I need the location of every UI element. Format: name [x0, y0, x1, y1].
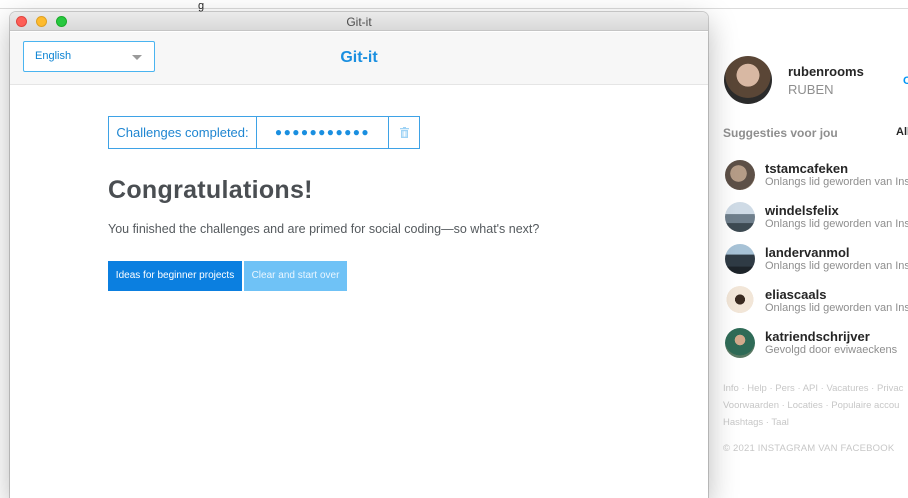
suggestion-reason: Onlangs lid geworden van Ins	[765, 218, 908, 230]
footer-links: Info · Help · Pers · API · Vacatures · P…	[723, 380, 903, 431]
suggestion-reason: Gevolgd door eviwaeckens	[765, 344, 898, 356]
footer-links-line[interactable]: Voorwaarden · Locaties · Populaire accou	[723, 397, 903, 414]
avatar[interactable]	[725, 286, 755, 316]
suggestion-username[interactable]: windelsfelix	[765, 203, 908, 218]
list-item[interactable]: landervanmol Onlangs lid geworden van In…	[725, 238, 908, 280]
suggestion-reason: Onlangs lid geworden van Ins	[765, 176, 908, 188]
list-item[interactable]: tstamcafeken Onlangs lid geworden van In…	[725, 154, 908, 196]
avatar[interactable]	[725, 160, 755, 190]
suggestion-username[interactable]: eliascaals	[765, 287, 908, 302]
footer-links-line[interactable]: Hashtags · Taal	[723, 414, 903, 431]
page-title: Congratulations!	[108, 176, 313, 204]
clear-start-over-button[interactable]: Clear and start over	[244, 261, 347, 291]
trash-icon	[399, 127, 409, 138]
avatar[interactable]	[724, 56, 772, 104]
suggestion-reason: Onlangs lid geworden van Ins	[765, 302, 908, 314]
profile-username[interactable]: rubenrooms	[788, 64, 864, 79]
see-all-link[interactable]: All	[896, 126, 908, 138]
challenges-dots: ●●●●●●●●●●●	[257, 117, 389, 148]
avatar[interactable]	[725, 244, 755, 274]
git-it-window: Git-it English Git-it Challenges complet…	[10, 12, 708, 498]
avatar[interactable]	[725, 328, 755, 358]
top-divider	[0, 8, 908, 9]
completion-message: You finished the challenges and are prim…	[108, 222, 540, 236]
window-title: Git-it	[346, 15, 372, 29]
avatar[interactable]	[725, 202, 755, 232]
challenges-label: Challenges completed:	[109, 117, 257, 148]
top-crumb: g	[198, 0, 205, 12]
list-item[interactable]: katriendschrijver Gevolgd door eviwaecke…	[725, 322, 908, 364]
window-titlebar[interactable]: Git-it	[10, 12, 708, 31]
suggestions-list: tstamcafeken Onlangs lid geworden van In…	[725, 154, 908, 364]
suggestions-header: Suggesties voor jou	[723, 126, 838, 140]
challenges-progress: Challenges completed: ●●●●●●●●●●●	[108, 116, 420, 149]
suggestion-username[interactable]: katriendschrijver	[765, 329, 897, 344]
list-item[interactable]: eliascaals Onlangs lid geworden van Ins	[725, 280, 908, 322]
profile-fullname: RUBEN	[788, 81, 834, 97]
app-title: Git-it	[340, 49, 378, 66]
list-item[interactable]: windelsfelix Onlangs lid geworden van In…	[725, 196, 908, 238]
suggestion-username[interactable]: landervanmol	[765, 245, 908, 260]
ig-profile[interactable]: rubenrooms RUBEN	[724, 56, 864, 104]
switch-account-link[interactable]: C	[903, 75, 908, 87]
suggestion-username[interactable]: tstamcafeken	[765, 161, 908, 176]
clear-progress-button[interactable]	[389, 117, 419, 148]
copyright: © 2021 INSTAGRAM VAN FACEBOOK	[723, 443, 895, 454]
app-header: English Git-it	[10, 32, 708, 85]
suggestion-reason: Onlangs lid geworden van Ins	[765, 260, 908, 272]
ideas-button[interactable]: Ideas for beginner projects	[108, 261, 242, 291]
footer-links-line[interactable]: Info · Help · Pers · API · Vacatures · P…	[723, 380, 903, 397]
